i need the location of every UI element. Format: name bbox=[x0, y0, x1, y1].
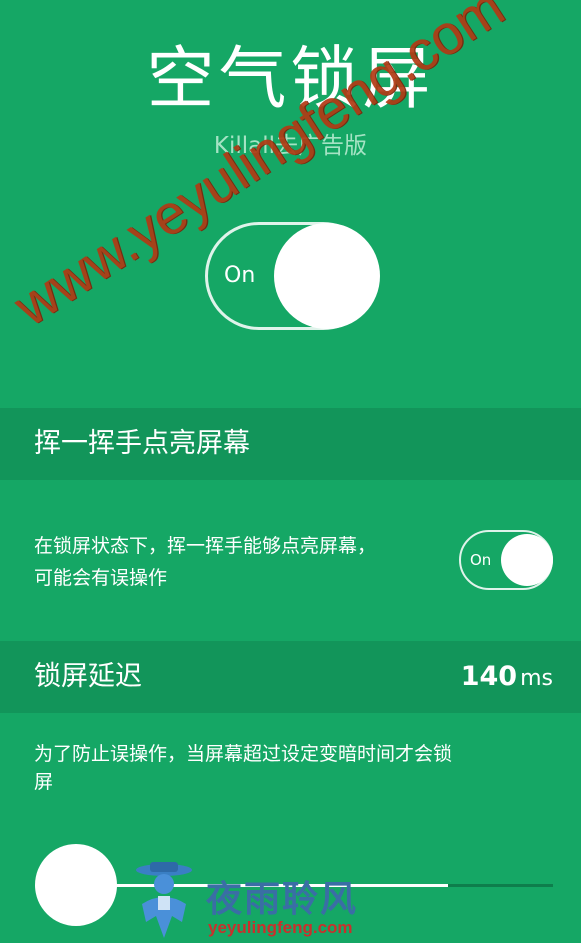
delay-section-title: 锁屏延迟 bbox=[34, 661, 142, 692]
wave-section-header: 挥一挥手点亮屏幕 bbox=[0, 408, 581, 480]
main-toggle-knob[interactable] bbox=[274, 223, 380, 329]
wave-toggle-knob[interactable] bbox=[501, 534, 553, 586]
wave-section-title: 挥一挥手点亮屏幕 bbox=[34, 428, 250, 459]
logo-text: 夜雨聆风 bbox=[206, 879, 359, 920]
delay-description-line1: 为了防止误操作，当屏幕超过设定变暗时间才会锁 bbox=[34, 743, 453, 765]
wave-toggle-label: On bbox=[470, 551, 492, 569]
logo-url: yeyulingfeng.com bbox=[208, 918, 353, 937]
delay-unit: ms bbox=[520, 666, 553, 691]
main-toggle-label: On bbox=[224, 263, 256, 288]
wave-description-line2: 可能会有误操作 bbox=[34, 567, 168, 589]
delay-description-line2: 屏 bbox=[34, 771, 54, 793]
wave-toggle[interactable]: On bbox=[459, 530, 553, 590]
delay-slider-knob[interactable] bbox=[35, 844, 117, 926]
main-lock-toggle[interactable]: On bbox=[205, 222, 380, 330]
delay-section-header: 锁屏延迟 140 ms bbox=[0, 641, 581, 713]
delay-value: 140 ms bbox=[461, 641, 553, 716]
delay-number: 140 bbox=[460, 661, 518, 692]
wave-description-line1: 在锁屏状态下，挥一挥手能够点亮屏幕， bbox=[34, 535, 377, 557]
site-logo-watermark: 夜雨聆风 yeyulingfeng.com bbox=[120, 848, 400, 943]
person-with-hat-icon bbox=[136, 862, 192, 938]
